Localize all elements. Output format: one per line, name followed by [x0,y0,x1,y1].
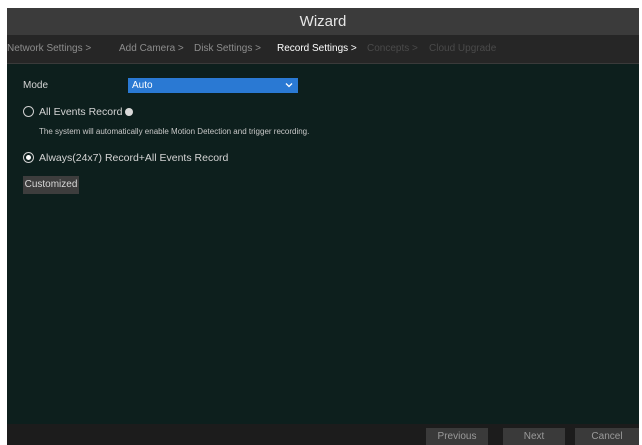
wizard-window: Wizard Network Settings > Add Camera > D… [7,8,639,445]
all-events-record-label[interactable]: All Events Record [39,106,122,118]
step-network-settings[interactable]: Network Settings > [7,35,91,63]
customized-button[interactable]: Customized [23,176,79,194]
mode-label: Mode [23,80,49,91]
window-title: Wizard [7,8,639,35]
always-record-radio[interactable] [23,152,34,163]
footer-bar: Previous Next Cancel [7,424,639,445]
always-record-label[interactable]: Always(24x7) Record+All Events Record [39,152,228,164]
step-cloud-upgrade: Cloud Upgrade [429,43,497,54]
all-events-record-radio[interactable] [23,106,34,117]
info-icon[interactable] [125,108,133,116]
step-add-camera[interactable]: Add Camera > [119,35,184,63]
step-concepts: Concepts > [367,43,418,54]
wizard-steps-bar: Network Settings > Add Camera > Disk Set… [7,35,639,64]
step-record-settings[interactable]: Record Settings > [277,35,357,63]
chevron-down-icon [285,83,293,88]
previous-button[interactable]: Previous [426,428,488,445]
mode-select[interactable]: Auto [128,78,298,93]
cancel-button[interactable]: Cancel [575,428,639,445]
mode-description: The system will automatically enable Mot… [39,127,310,136]
step-disk-settings[interactable]: Disk Settings > [194,35,261,63]
mode-select-value: Auto [132,80,153,91]
next-button[interactable]: Next [503,428,565,445]
